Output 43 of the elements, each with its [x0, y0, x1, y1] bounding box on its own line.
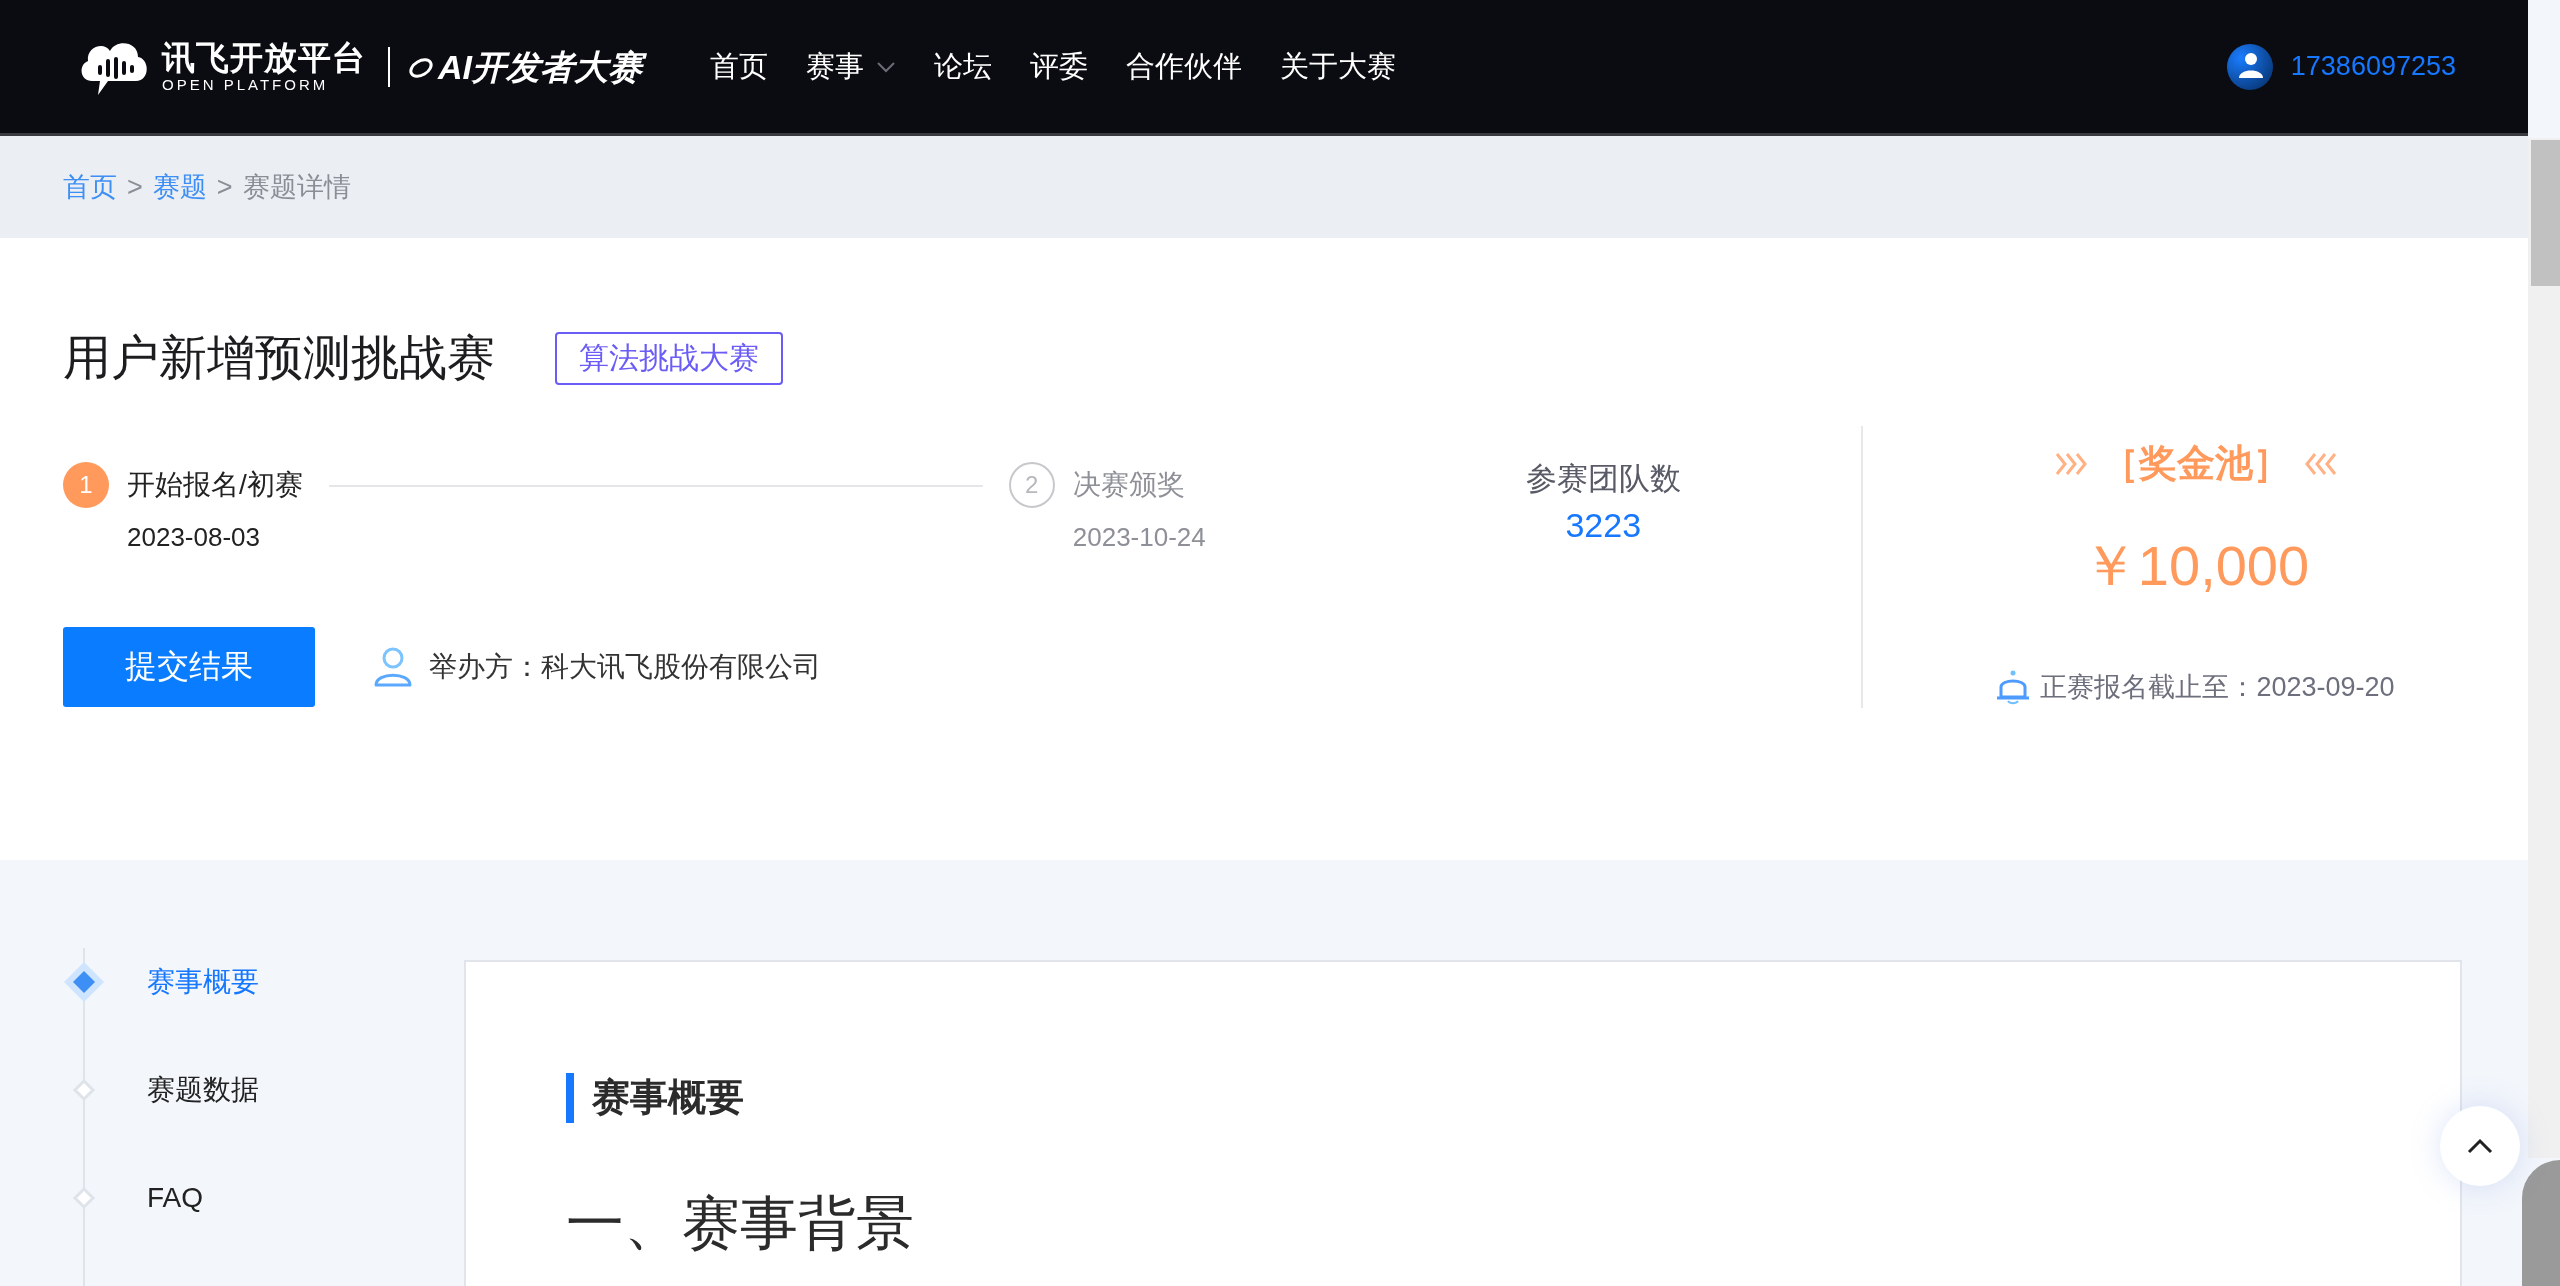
breadcrumb-current: 赛题详情 — [242, 171, 351, 204]
accent-bar — [566, 1072, 574, 1123]
teams-label: 参赛团队数 — [1525, 460, 1681, 498]
avatar-icon[interactable] — [2226, 43, 2273, 90]
scroll-handle[interactable] — [2522, 1160, 2560, 1286]
category-tag: 算法挑战大赛 — [555, 331, 783, 385]
nav-link[interactable]: 评委 — [1030, 46, 1088, 87]
nav-link[interactable]: 论坛 — [934, 46, 992, 87]
sidebar-item[interactable]: FAQ — [63, 1144, 203, 1252]
step-number: 1 — [63, 462, 109, 508]
sidebar-item[interactable]: 赛事概要 — [63, 928, 259, 1036]
nav-link[interactable]: 首页 — [710, 46, 768, 87]
breadcrumb-separator: > — [216, 171, 233, 203]
teams-count: 3223 — [1565, 506, 1642, 545]
logo-title: 讯飞开放平台 — [162, 39, 366, 76]
organizer-text: 举办方：科大讯飞股份有限公司 — [429, 650, 821, 684]
step-date: 2023-08-03 — [127, 522, 261, 553]
bell-icon — [1996, 669, 2031, 705]
sidebar-item[interactable]: 赛题数据 — [63, 1036, 259, 1144]
diamond-icon — [63, 961, 105, 1003]
deadline-text: 正赛报名截止至：2023-09-20 — [2040, 671, 2395, 704]
brand-title: AI开发者大赛 — [436, 41, 650, 92]
user-phone[interactable]: 17386097253 — [2290, 51, 2456, 82]
scroll-thumb[interactable] — [2531, 140, 2560, 286]
scrollbar[interactable] — [2528, 138, 2560, 1158]
step-date: 2023-10-24 — [1072, 522, 1206, 553]
nav-link[interactable]: 合作伙伴 — [1126, 46, 1242, 87]
person-icon — [373, 646, 413, 688]
caret-icon — [876, 60, 896, 73]
chevron-up-icon — [2467, 1138, 2493, 1154]
breadcrumb-separator: > — [127, 171, 143, 203]
submit-button[interactable]: 提交结果 — [63, 627, 315, 707]
step-label: 开始报名/初赛 — [127, 468, 303, 502]
logo-subtitle: OPEN PLATFORM — [162, 75, 330, 94]
nav-link[interactable]: 赛事 — [806, 46, 896, 87]
prize-amount: ￥10,000 — [2081, 533, 2310, 599]
section-heading: 一、赛事背景 — [566, 1189, 915, 1257]
nav-link[interactable]: 关于大赛 — [1280, 46, 1396, 87]
competition-title: 用户新增预测挑战赛 — [63, 330, 495, 386]
step-label: 决赛颁奖 — [1072, 468, 1186, 502]
prize-pool-label: ［奖金池］ — [2100, 441, 2291, 486]
section-title: 赛事概要 — [592, 1075, 744, 1120]
step-number: 2 — [1008, 462, 1055, 508]
